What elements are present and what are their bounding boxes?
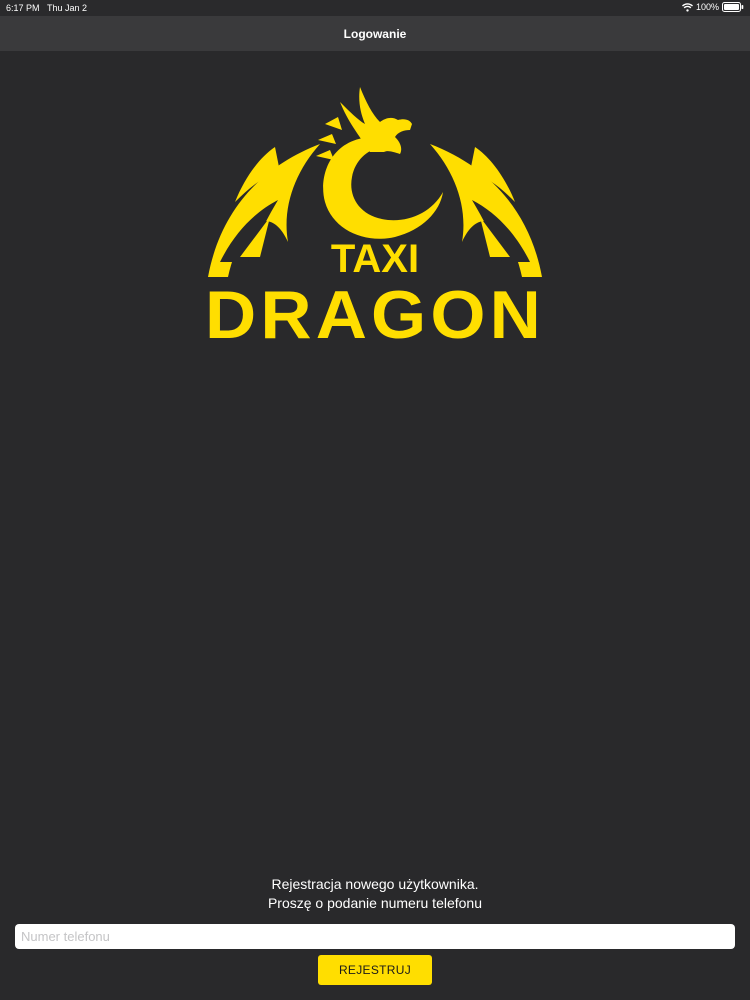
status-date: Thu Jan 2 [47,3,88,13]
battery-percent: 100% [695,2,719,12]
navigation-bar: Logowanie [0,16,750,51]
battery-icon [722,2,744,12]
registration-instruction: Proszę o podanie numeru telefonu [267,895,483,911]
status-bar: 6:17 PM Thu Jan 2 100% [0,0,750,16]
logo-text-taxi: TAXI [331,237,419,281]
dragon-icon: TAXI DRAGON [205,87,545,347]
logo-text-dragon: DRAGON [205,277,545,347]
taxi-dragon-logo: TAXI DRAGON [200,82,550,347]
page-title: Logowanie [343,26,407,41]
status-time: 6:17 PM [6,3,40,13]
registration-title: Rejestracja nowego użytkownika. [271,876,479,892]
register-button[interactable]: REJESTRUJ [318,955,432,985]
registration-message: Rejestracja nowego użytkownika. Proszę o… [0,875,750,913]
status-indicators: 100% [681,2,744,12]
wifi-icon [681,2,693,12]
phone-number-input[interactable] [15,924,735,949]
